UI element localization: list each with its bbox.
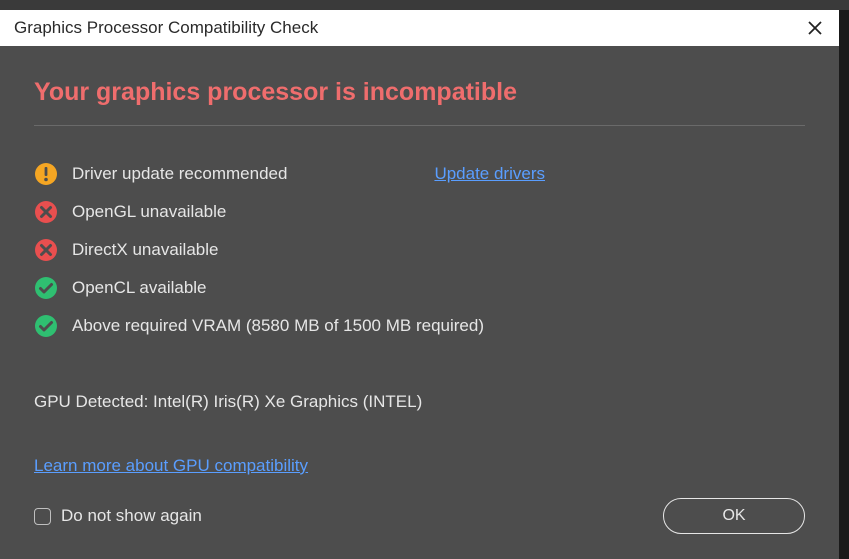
check-label: OpenGL unavailable	[72, 202, 226, 222]
close-button[interactable]	[805, 18, 825, 38]
check-label: DirectX unavailable	[72, 240, 218, 260]
check-row-directx: DirectX unavailable	[34, 238, 805, 262]
check-row-vram: Above required VRAM (8580 MB of 1500 MB …	[34, 314, 805, 338]
dialog-title: Graphics Processor Compatibility Check	[14, 18, 318, 38]
gpu-detected-text: GPU Detected: Intel(R) Iris(R) Xe Graphi…	[34, 392, 805, 412]
divider	[34, 125, 805, 126]
ok-button-label: OK	[722, 507, 745, 525]
background-fragment	[0, 0, 849, 10]
check-row-opencl: OpenCL available	[34, 276, 805, 300]
check-label: Driver update recommended	[72, 164, 287, 184]
checkmark-icon	[34, 314, 58, 338]
check-row-driver: Driver update recommended Update drivers	[34, 162, 805, 186]
dialog-content: Your graphics processor is incompatible …	[0, 46, 839, 559]
check-row-opengl: OpenGL unavailable	[34, 200, 805, 224]
update-drivers-link[interactable]: Update drivers	[434, 164, 545, 183]
gpu-compat-dialog: Graphics Processor Compatibility Check Y…	[0, 10, 839, 559]
warning-icon	[34, 162, 58, 186]
do-not-show-label: Do not show again	[61, 506, 202, 526]
close-icon	[807, 20, 823, 36]
checkmark-icon	[34, 276, 58, 300]
ok-button[interactable]: OK	[663, 498, 805, 534]
learn-more-link[interactable]: Learn more about GPU compatibility	[34, 456, 308, 475]
error-icon	[34, 238, 58, 262]
check-label: Above required VRAM (8580 MB of 1500 MB …	[72, 316, 484, 336]
do-not-show-row: Do not show again	[34, 506, 202, 526]
titlebar: Graphics Processor Compatibility Check	[0, 10, 839, 46]
check-label: OpenCL available	[72, 278, 207, 298]
error-icon	[34, 200, 58, 224]
incompatible-heading: Your graphics processor is incompatible	[34, 78, 805, 107]
do-not-show-checkbox[interactable]	[34, 508, 51, 525]
dialog-footer: Do not show again OK	[34, 498, 805, 534]
